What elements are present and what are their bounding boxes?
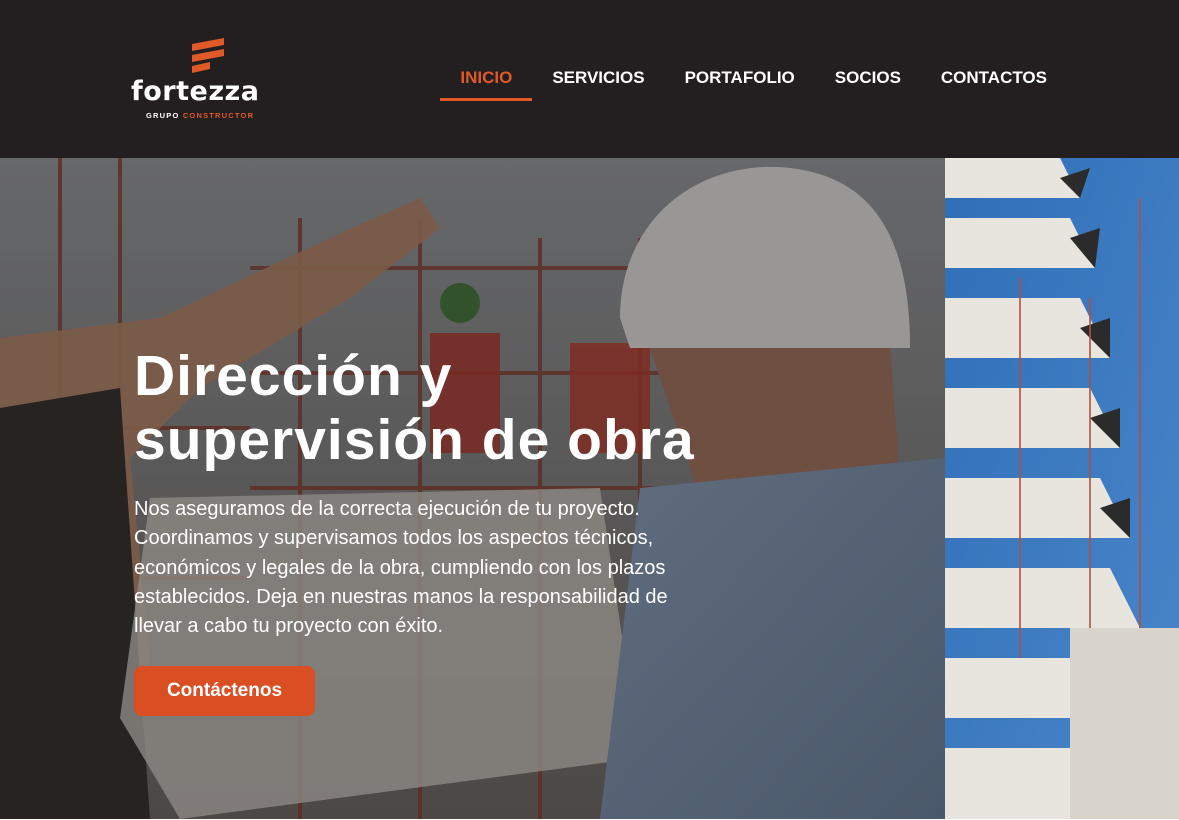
logo-tagline: GRUPO CONSTRUCTOR <box>146 111 255 120</box>
main-nav: INICIO SERVICIOS PORTAFOLIO SOCIOS CONTA… <box>440 56 1067 101</box>
logo-wordmark: fortezza <box>131 76 260 107</box>
nav-item-servicios[interactable]: SERVICIOS <box>532 56 664 101</box>
logo-mark-icon <box>192 38 224 73</box>
hero-section: Dirección y supervisión de obra Nos aseg… <box>0 158 1179 819</box>
nav-item-socios[interactable]: SOCIOS <box>815 56 921 101</box>
contact-button[interactable]: Contáctenos <box>134 666 315 716</box>
fortezza-logo[interactable]: fortezza GRUPO CONSTRUCTOR <box>131 38 273 122</box>
nav-item-inicio[interactable]: INICIO <box>440 56 533 101</box>
site-header: fortezza GRUPO CONSTRUCTOR INICIO SERVIC… <box>0 0 1179 158</box>
hero-description: Nos aseguramos de la correcta ejecución … <box>134 498 668 638</box>
hero-title: Dirección y supervisión de obra <box>134 344 695 472</box>
nav-item-portafolio[interactable]: PORTAFOLIO <box>665 56 815 101</box>
nav-item-contactos[interactable]: CONTACTOS <box>921 56 1067 101</box>
hero-overlay <box>0 158 945 819</box>
